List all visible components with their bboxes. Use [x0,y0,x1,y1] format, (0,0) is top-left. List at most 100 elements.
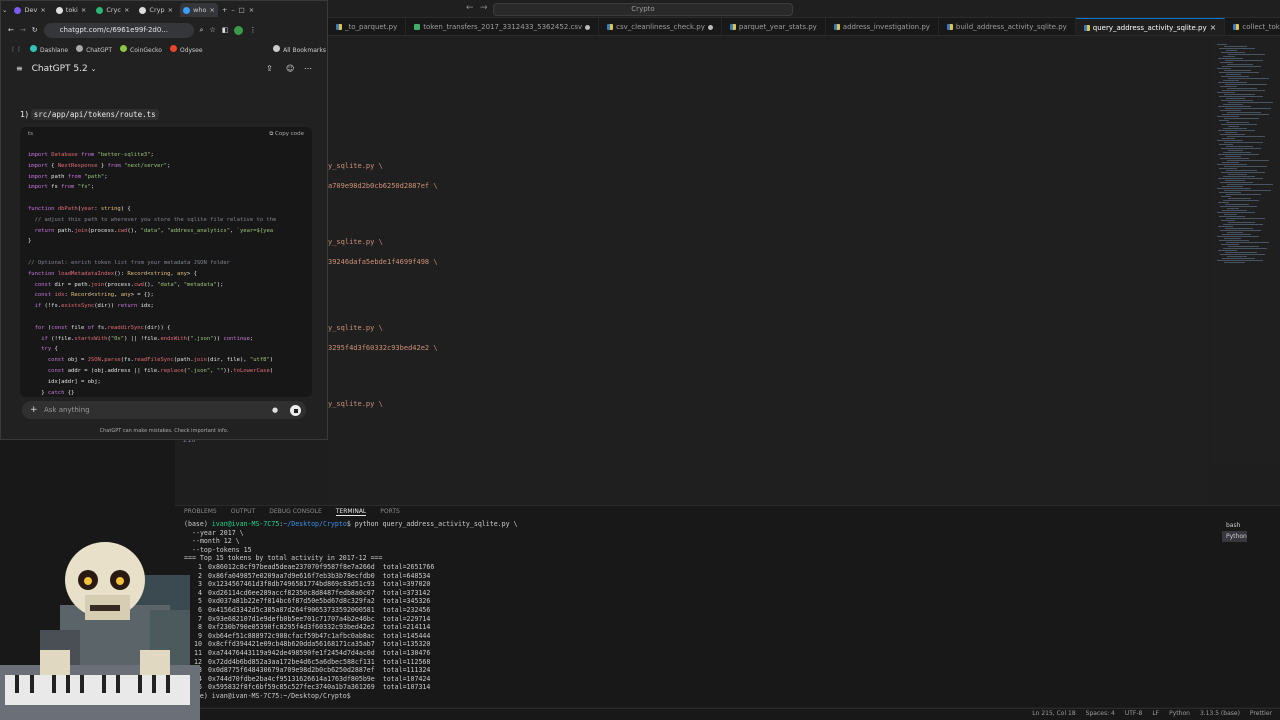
browser-tab[interactable]: who × [180,3,218,17]
editor-tab[interactable]: collect_token_metadata.py [1225,18,1280,35]
status-item[interactable]: 3.13.5 (base) [1200,710,1240,717]
editor-tab[interactable]: _to_parquet.py [328,18,407,35]
address-bar[interactable]: chatgpt.com/c/6961e99f-2d0... [43,22,194,38]
share-icon[interactable]: ⇪ [266,64,273,73]
editor-tab[interactable]: token_transfers_2017_3312433_5362452.csv [406,18,600,35]
close-icon[interactable]: × [168,6,173,14]
minimap-line [1224,118,1259,119]
row-total: total=373142 [382,588,431,597]
tab-search-icon[interactable]: ⌄ [2,6,7,14]
window-close-icon[interactable]: × [249,6,254,14]
copy-code-button[interactable]: ⧉ Copy code [269,131,304,138]
tab-debug-console[interactable]: DEBUG CONSOLE [269,508,322,516]
minimap-line [1226,74,1241,75]
bookmark-item[interactable]: ChatGPT [76,44,112,54]
row-address: 0xa74476443119a942de498590fe1f2454d7d4ac… [208,648,375,657]
terminal-row: 1 0x86012c8cf97bead5deae237070f9587f8e7a2… [184,563,518,572]
minimap-line [1221,148,1261,149]
minimap-line [1221,124,1257,125]
terminal-item-python[interactable]: Python [1222,531,1247,542]
minimap-line [1228,246,1259,247]
tab-problems[interactable]: PROBLEMS [184,508,217,516]
account-icon[interactable]: ☺ [286,64,294,73]
command-center-search[interactable]: Crypto [493,3,793,16]
tab-terminal[interactable]: TERMINAL [335,508,367,516]
microphone-icon[interactable]: ● [272,401,278,419]
chat-input[interactable]: + Ask anything ● [22,401,306,419]
editor-tab[interactable]: address_investigation.py [826,18,939,35]
menu-icon[interactable]: ⋮ [249,26,256,34]
minimap-line [1220,254,1265,255]
row-total: total=135320 [382,640,431,649]
tab-favicon-icon [14,6,22,14]
editor-tab[interactable]: query_address_activity_sqlite.py × [1075,18,1226,36]
more-icon[interactable]: ⋯ [304,64,312,73]
status-item[interactable]: UTF-8 [1125,710,1143,717]
close-icon[interactable]: × [40,6,45,14]
maximize-icon[interactable]: □ [239,6,245,14]
row-total: total=112568 [382,657,431,666]
minimap-line [1228,54,1265,55]
chevron-down-icon[interactable]: ⌄ [91,65,97,73]
minimap-line [1217,164,1247,165]
minimize-icon[interactable]: – [231,6,234,14]
close-icon[interactable]: × [124,6,129,14]
browser-tab[interactable]: toki × [53,3,90,17]
extensions-icon[interactable]: ◧ [222,26,229,34]
browser-tab[interactable]: Dev × [11,3,48,17]
model-selector[interactable]: ChatGPT 5.2 [32,64,88,74]
minimap-line [1225,108,1271,109]
status-item[interactable]: Python [1169,710,1190,717]
terminal-row: 3 0x1234567461d3f8db7496581774bd869c83d51… [184,580,518,589]
bookmark-item[interactable]: CoinGecko [120,44,162,54]
tab-output[interactable]: OUTPUT [231,508,255,516]
forward-icon[interactable]: → [20,26,26,34]
apps-icon[interactable]: ⋮⋮ [10,46,22,53]
minimap-line [1219,144,1233,145]
tab-ports[interactable]: PORTS [380,508,400,516]
code-content[interactable]: import Database from "better-sqlite3"; i… [28,150,276,398]
editor-tab[interactable]: csv_cleanliness_check.py [599,18,722,35]
status-item[interactable]: Prettier [1250,710,1272,717]
terminal-item-bash[interactable]: bash [1222,520,1247,531]
forward-arrow-icon[interactable]: → [480,3,488,13]
close-icon[interactable]: × [81,6,86,14]
close-icon[interactable]: × [209,6,214,14]
star-icon[interactable]: ☆ [210,26,216,34]
editor-area[interactable]: y_sqlite.py \ a709e98d2b0cb6250d2887ef \ y… [328,36,1208,506]
terminal-row: 130x0d8775f648430679a709e98d2b0cb6250d28… [184,666,518,675]
tab-label: csv_cleanliness_check.py [616,23,705,31]
status-item[interactable]: LF [1152,710,1159,717]
csv-file-icon [414,24,421,30]
editor-tab[interactable]: parquet_year_stats.py [722,18,826,35]
minimap-line [1219,240,1249,241]
attach-icon[interactable]: + [30,401,38,419]
bookmark-item[interactable]: Odysee [169,44,203,54]
unsaved-dot-icon [585,24,591,30]
minimap[interactable] [1210,36,1280,466]
minimap-line [1226,218,1265,219]
profile-icon[interactable] [234,25,244,35]
minimap-line [1226,98,1245,99]
status-item[interactable]: Ln 215, Col 18 [1032,710,1075,717]
back-icon[interactable]: ← [8,26,14,34]
back-arrow-icon[interactable]: ← [466,3,474,13]
bookmark-favicon-icon [120,44,128,52]
search-icon[interactable]: ⌕ [200,26,204,35]
terminal-output[interactable]: (base) ivan@ivan-MS-7C75:~/Desktop/Crypt… [184,520,518,700]
sidebar-toggle-icon[interactable]: ≡ [16,64,23,73]
reload-icon[interactable]: ↻ [32,26,38,34]
close-icon[interactable]: × [1210,19,1217,36]
terminal-arg: --year 2017 \ [192,528,244,537]
bookmark-item[interactable]: All Bookmarks [273,44,326,54]
bookmark-item[interactable]: Dashlane [30,44,68,54]
minimap-line [1224,94,1255,95]
editor-tab[interactable]: build_address_activity_sqlite.py [939,18,1076,35]
stop-button[interactable] [290,405,301,416]
browser-tab[interactable]: Cryc × [93,3,132,17]
new-tab-icon[interactable]: + [222,6,227,14]
status-item[interactable]: Spaces: 4 [1086,710,1115,717]
bookmark-label: All Bookmarks [283,46,326,54]
browser-tab[interactable]: Cryp × [136,3,176,17]
terminal-row: 10 0x8cffd394421e09cb48b620dda56168171ca3… [184,640,518,649]
